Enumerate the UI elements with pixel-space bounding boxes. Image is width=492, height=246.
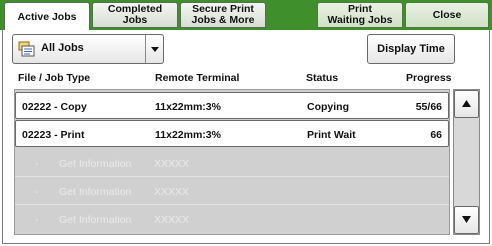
table-row: - Get Information XXXXX xyxy=(15,150,449,177)
job-remote: XXXXX xyxy=(154,158,190,170)
job-remote: XXXXX xyxy=(154,214,190,226)
close-label: Close xyxy=(432,8,462,21)
column-header-remote: Remote Terminal xyxy=(155,72,240,84)
tab-label: Completed Jobs xyxy=(107,3,163,26)
column-header-file: File / Job Type xyxy=(18,72,91,84)
job-status: Print Wait xyxy=(307,129,356,141)
job-remote: 11x22mm:3% xyxy=(155,129,221,141)
tab-active-jobs[interactable]: Active Jobs xyxy=(4,2,90,31)
job-file: Get Information xyxy=(59,214,132,226)
table-row[interactable]: 02222 - Copy 11x22mm:3% Copying 55/66 xyxy=(15,92,449,119)
tab-label: Print Waiting Jobs xyxy=(327,3,393,26)
tab-label: Active Jobs xyxy=(17,10,77,23)
display-time-label: Display Time xyxy=(377,43,445,55)
job-file: 02222 - Copy xyxy=(22,101,87,113)
chevron-down-icon[interactable] xyxy=(145,35,163,63)
job-status: Copying xyxy=(307,101,349,113)
tab-completed-jobs[interactable]: Completed Jobs xyxy=(92,2,178,28)
tab-label: Secure Print Jobs & More xyxy=(191,3,255,26)
table-row: - Get Information XXXXX xyxy=(15,206,449,233)
jobs-list-icon xyxy=(18,41,36,58)
job-filter-dropdown[interactable]: All Jobs xyxy=(12,34,164,64)
job-progress: 55/66 xyxy=(415,101,442,113)
row-prefix: - xyxy=(35,158,39,170)
arrow-down-icon xyxy=(462,214,471,226)
job-list: 02222 - Copy 11x22mm:3% Copying 55/66 02… xyxy=(14,89,450,235)
column-header-progress: Progress xyxy=(406,72,452,84)
tab-bar: Active Jobs Completed Jobs Secure Print … xyxy=(0,0,492,31)
job-progress: 66 xyxy=(430,129,442,141)
close-button[interactable]: Close xyxy=(405,2,489,28)
job-file: Get Information xyxy=(59,158,132,170)
job-file: Get Information xyxy=(59,186,132,198)
job-file: 02223 - Print xyxy=(22,129,85,141)
tab-print-waiting-jobs[interactable]: Print Waiting Jobs xyxy=(317,2,403,28)
column-header-status: Status xyxy=(306,72,339,84)
job-remote: 11x22mm:3% xyxy=(155,101,221,113)
row-prefix: - xyxy=(35,214,39,226)
job-status-screen: Active Jobs Completed Jobs Secure Print … xyxy=(0,0,492,246)
scrollbar[interactable] xyxy=(453,89,480,235)
arrow-up-icon xyxy=(462,98,471,110)
table-row: - Get Information XXXXX xyxy=(15,178,449,205)
scroll-up-button[interactable] xyxy=(454,90,479,118)
job-remote: XXXXX xyxy=(154,186,190,198)
display-time-button[interactable]: Display Time xyxy=(367,34,455,64)
filter-selected-value: All Jobs xyxy=(41,42,84,54)
table-row[interactable]: 02223 - Print 11x22mm:3% Print Wait 66 xyxy=(15,120,449,147)
row-prefix: - xyxy=(35,186,39,198)
scroll-down-button[interactable] xyxy=(454,206,479,234)
tab-secure-print-jobs[interactable]: Secure Print Jobs & More xyxy=(180,2,266,28)
